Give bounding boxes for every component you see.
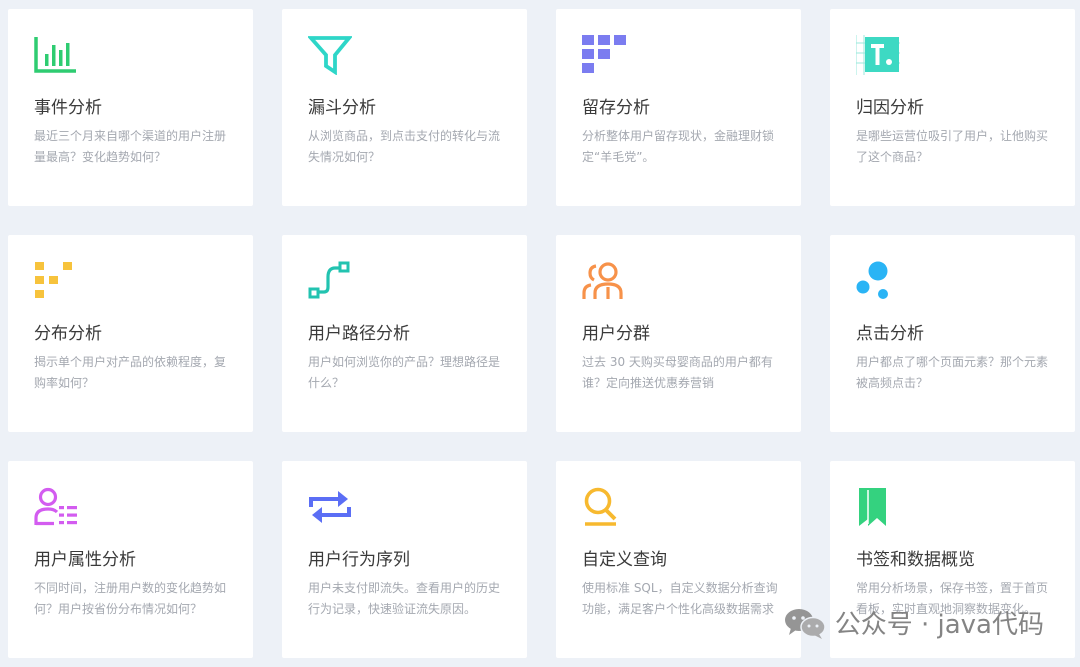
card-title: 点击分析 [856, 324, 924, 344]
card-user-segmentation[interactable]: 用户分群 过去 30 天购买母婴商品的用户都有谁？定向推送优惠券营销 [556, 235, 801, 432]
card-description: 用户都点了哪个页面元素？那个元素被高频点击？ [856, 355, 1049, 390]
card-description: 分析整体用户留存现状，金融理财锁定“羊毛党”。 [582, 129, 775, 164]
watermark: 公众号 · java代码 [783, 604, 1044, 641]
distribution-icon [34, 261, 78, 301]
grid-blocks-icon [582, 35, 626, 75]
card-click-analysis[interactable]: 点击分析 用户都点了哪个页面元素？那个元素被高频点击？ [830, 235, 1075, 432]
user-group-icon [582, 261, 626, 301]
click-dots-icon [856, 261, 900, 301]
card-description: 过去 30 天购买母婴商品的用户都有谁？定向推送优惠券营销 [582, 355, 773, 390]
card-title: 用户属性分析 [34, 550, 136, 570]
swap-arrows-icon [308, 487, 352, 527]
path-icon [308, 261, 352, 301]
card-retention-analysis[interactable]: 留存分析 分析整体用户留存现状，金融理财锁定“羊毛党”。 [556, 9, 801, 206]
bookmark-icon [856, 487, 900, 527]
card-description: 从浏览商品，到点击支付的转化与流失情况如何？ [308, 129, 501, 164]
text-table-icon [856, 35, 900, 75]
card-attribution-analysis[interactable]: 归因分析 是哪些运营位吸引了用户，让他购买了这个商品？ [830, 9, 1075, 206]
card-user-behavior-sequence[interactable]: 用户行为序列 用户未支付即流失。查看用户的历史行为记录，快速验证流失原因。 [282, 461, 527, 658]
card-description: 用户如何浏览你的产品？理想路径是什么？ [308, 355, 501, 390]
card-description: 最近三个月来自哪个渠道的用户注册量最高？变化趋势如何？ [34, 129, 227, 164]
card-title: 归因分析 [856, 98, 924, 118]
funnel-icon [308, 35, 352, 75]
card-user-attribute-analysis[interactable]: 用户属性分析 不同时间，注册用户数的变化趋势如何？用户按省份分布情况如何？ [8, 461, 253, 658]
card-title: 分布分析 [34, 324, 102, 344]
card-title: 用户分群 [582, 324, 650, 344]
card-title: 用户路径分析 [308, 324, 410, 344]
card-title: 漏斗分析 [308, 98, 376, 118]
user-attribute-icon [34, 487, 78, 527]
card-title: 书签和数据概览 [856, 550, 975, 570]
card-title: 用户行为序列 [308, 550, 410, 570]
card-distribution-analysis[interactable]: 分布分析 揭示单个用户对产品的依赖程度，复购率如何？ [8, 235, 253, 432]
card-title: 事件分析 [34, 98, 102, 118]
watermark-text: 公众号 · java代码 [834, 610, 1044, 640]
feature-grid: 事件分析 最近三个月来自哪个渠道的用户注册量最高？变化趋势如何？ 漏斗分析 从浏… [8, 9, 1075, 658]
card-description: 用户未支付即流失。查看用户的历史行为记录，快速验证流失原因。 [308, 581, 501, 616]
card-description: 揭示单个用户对产品的依赖程度，复购率如何？ [34, 355, 227, 390]
card-title: 自定义查询 [582, 550, 667, 570]
card-funnel-analysis[interactable]: 漏斗分析 从浏览商品，到点击支付的转化与流失情况如何？ [282, 9, 527, 206]
card-description: 使用标准 SQL，自定义数据分析查询功能，满足客户个性化高级数据需求 [582, 581, 778, 616]
card-custom-query[interactable]: 自定义查询 使用标准 SQL，自定义数据分析查询功能，满足客户个性化高级数据需求 [556, 461, 801, 658]
card-event-analysis[interactable]: 事件分析 最近三个月来自哪个渠道的用户注册量最高？变化趋势如何？ [8, 9, 253, 206]
card-description: 不同时间，注册用户数的变化趋势如何？用户按省份分布情况如何？ [34, 581, 227, 616]
bar-chart-icon [34, 35, 78, 75]
card-title: 留存分析 [582, 98, 650, 118]
card-user-path-analysis[interactable]: 用户路径分析 用户如何浏览你的产品？理想路径是什么？ [282, 235, 527, 432]
wechat-icon [783, 606, 827, 640]
card-description: 是哪些运营位吸引了用户，让他购买了这个商品？ [856, 129, 1049, 164]
search-icon [582, 487, 626, 527]
